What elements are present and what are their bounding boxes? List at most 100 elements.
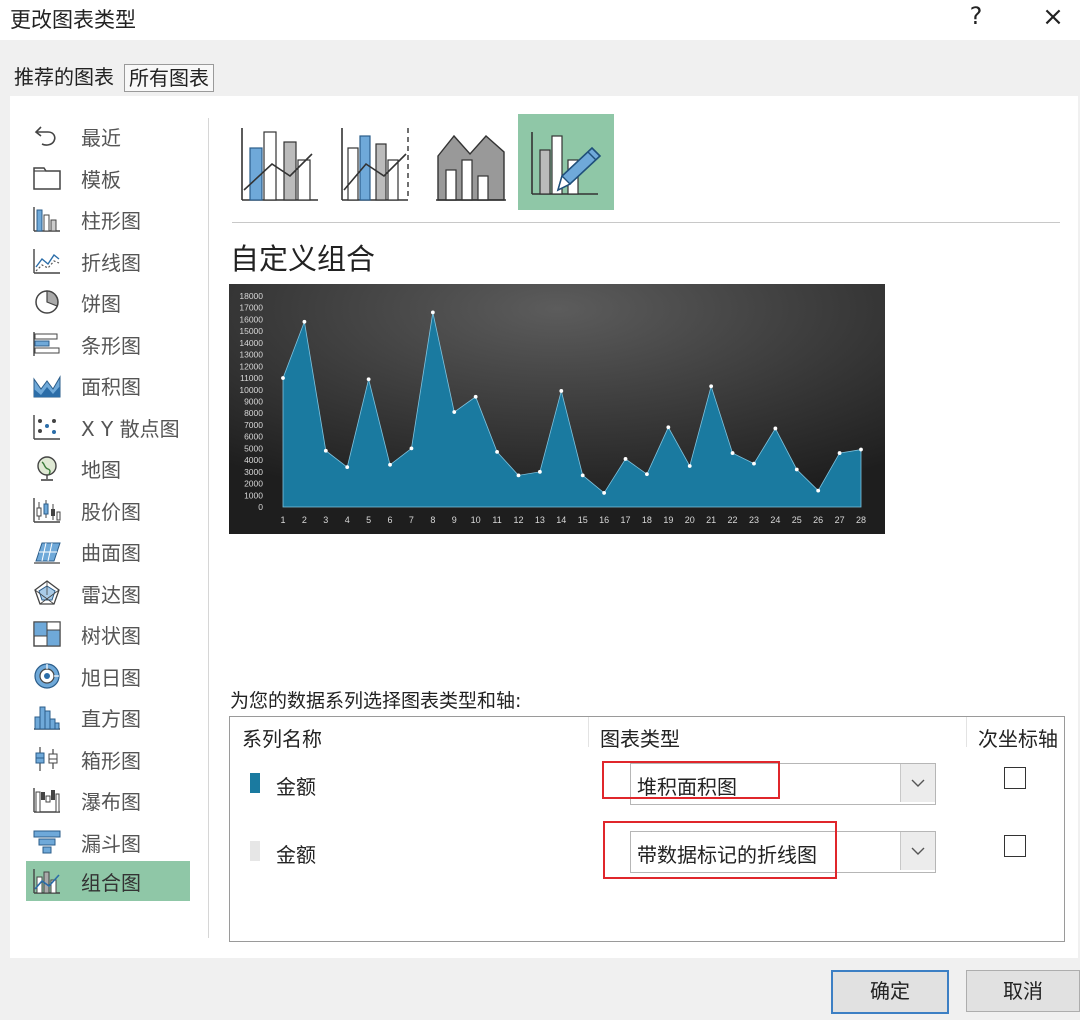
sidebar-item-box-whisker[interactable]: 箱形图 (26, 739, 190, 779)
sidebar-item-label: 组合图 (81, 871, 141, 895)
histogram-icon (34, 706, 60, 730)
x-tick-label: 4 (345, 515, 350, 525)
x-tick-label: 10 (471, 515, 481, 525)
data-point-marker (645, 472, 649, 477)
ok-button[interactable]: 确定 (831, 970, 949, 1014)
data-point-marker (366, 377, 371, 382)
sidebar-item-column[interactable]: 柱形图 (26, 199, 190, 239)
sidebar-item-label: 地图 (81, 458, 121, 482)
x-tick-label: 7 (409, 515, 414, 525)
close-button[interactable]: × (1038, 2, 1068, 32)
series-prompt: 为您的数据系列选择图表类型和轴: (230, 690, 522, 712)
sidebar-item-funnel[interactable]: 漏斗图 (26, 822, 190, 862)
y-tick-label: 7000 (244, 420, 263, 430)
y-tick-label: 11000 (240, 373, 263, 383)
data-point-marker (302, 319, 307, 324)
data-point-marker (687, 464, 692, 468)
sidebar-item-templates[interactable]: 模板 (26, 158, 190, 198)
series-color-swatch (250, 773, 260, 793)
sidebar-item-scatter[interactable]: X Y 散点图 (26, 407, 190, 447)
secondary-axis-checkbox[interactable] (1004, 767, 1026, 789)
data-point-marker (473, 394, 478, 399)
combo-column-line-secondary-button[interactable] (328, 114, 424, 210)
cancel-button[interactable]: 取消 (966, 970, 1080, 1012)
x-tick-label: 16 (599, 515, 609, 525)
stacked-area-column-icon (436, 134, 506, 201)
custom-combo-pencil-icon (531, 132, 602, 195)
sidebar-item-bar[interactable]: 条形图 (26, 324, 190, 364)
combo-stacked-area-column-button[interactable] (424, 114, 520, 210)
x-tick-label: 6 (388, 515, 393, 525)
data-point-marker (580, 473, 585, 478)
undo-icon (34, 126, 56, 146)
y-tick-label: 15000 (239, 326, 263, 336)
y-tick-label: 8000 (244, 408, 263, 418)
y-tick-label: 1000 (244, 490, 263, 500)
highlight-box (603, 821, 837, 879)
header-chart-type: 图表类型 (600, 727, 680, 751)
chevron-down-icon (911, 779, 925, 787)
sidebar-item-recent[interactable]: 最近 (26, 116, 190, 156)
header-secondary-axis: 次坐标轴 (978, 727, 1058, 751)
x-tick-label: 3 (323, 515, 328, 525)
sidebar-item-histogram[interactable]: 直方图 (26, 697, 190, 737)
data-point-marker (837, 451, 842, 455)
x-tick-label: 21 (706, 515, 716, 525)
sidebar-item-label: 折线图 (81, 250, 141, 275)
x-tick-label: 12 (513, 515, 523, 525)
column-chart-icon (33, 207, 60, 232)
sidebar-item-label: 瀑布图 (81, 790, 141, 814)
sidebar-item-label: 面积图 (81, 375, 141, 399)
sidebar-item-surface[interactable]: 曲面图 (26, 531, 190, 571)
sidebar-item-waterfall[interactable]: 瀑布图 (26, 780, 190, 820)
secondary-axis-checkbox[interactable] (1004, 835, 1026, 857)
data-point-marker (666, 425, 671, 430)
x-tick-label: 8 (430, 515, 435, 525)
help-button[interactable]: ? (964, 2, 988, 30)
data-point-marker (388, 462, 392, 467)
data-point-marker (730, 451, 735, 455)
data-point-marker (430, 310, 435, 315)
sidebar-item-label: 直方图 (81, 707, 141, 731)
data-point-marker (409, 446, 414, 451)
sidebar-item-treemap[interactable]: 树状图 (26, 614, 190, 654)
combo-clustered-column-line-button[interactable] (232, 114, 328, 210)
x-tick-label: 24 (770, 515, 780, 525)
sidebar-item-map[interactable]: 地图 (26, 448, 190, 488)
sidebar-item-stock[interactable]: 股价图 (26, 490, 190, 530)
data-point-marker (516, 473, 521, 478)
column-divider (966, 717, 967, 747)
sidebar-item-pie[interactable]: 饼图 (26, 282, 190, 322)
sidebar-item-line[interactable]: 折线图 (26, 241, 190, 281)
highlight-box (602, 761, 780, 799)
sidebar-item-label: 漏斗图 (81, 831, 141, 856)
series-color-swatch (250, 841, 260, 861)
tab-all-charts[interactable]: 所有图表 (124, 64, 214, 92)
x-tick-label: 14 (556, 515, 566, 525)
sidebar-item-label: 雷达图 (81, 582, 141, 607)
sidebar-item-radar[interactable]: 雷达图 (26, 573, 190, 613)
sidebar-item-combo[interactable]: 组合图 (26, 861, 190, 901)
combo-custom-button[interactable] (518, 114, 614, 210)
tab-recommended-charts[interactable]: 推荐的图表 (10, 64, 118, 90)
header-series-name: 系列名称 (242, 727, 322, 751)
clustered-column-line-icon (241, 128, 318, 201)
data-point-marker (859, 447, 863, 452)
dropdown-arrow[interactable] (900, 832, 935, 870)
y-tick-label: 17000 (239, 303, 263, 313)
sidebar-item-label: 箱形图 (81, 748, 141, 773)
sidebar-item-sunburst[interactable]: 旭日图 (26, 656, 190, 696)
data-point-marker (602, 491, 607, 495)
window-title: 更改图表类型 (10, 8, 136, 32)
dropdown-arrow[interactable] (900, 764, 935, 802)
chevron-down-icon (911, 847, 925, 855)
all-charts-panel: 最近 模板 柱形图 折线图 饼图 条形图 面积图 X Y 散点图 地图 股价图 … (10, 96, 1078, 958)
y-tick-label: 10000 (239, 385, 263, 395)
type-divider (232, 222, 1060, 223)
sidebar-item-area[interactable]: 面积图 (26, 365, 190, 405)
series-table: 系列名称 图表类型 次坐标轴 金额 堆积面积图 金额 带数据标记的折线图 (229, 716, 1065, 942)
title-bar: 更改图表类型 ? × (0, 0, 1080, 40)
scatter-chart-icon (33, 414, 60, 440)
sidebar-item-label: 模板 (81, 167, 121, 192)
x-tick-label: 18 (642, 515, 652, 525)
